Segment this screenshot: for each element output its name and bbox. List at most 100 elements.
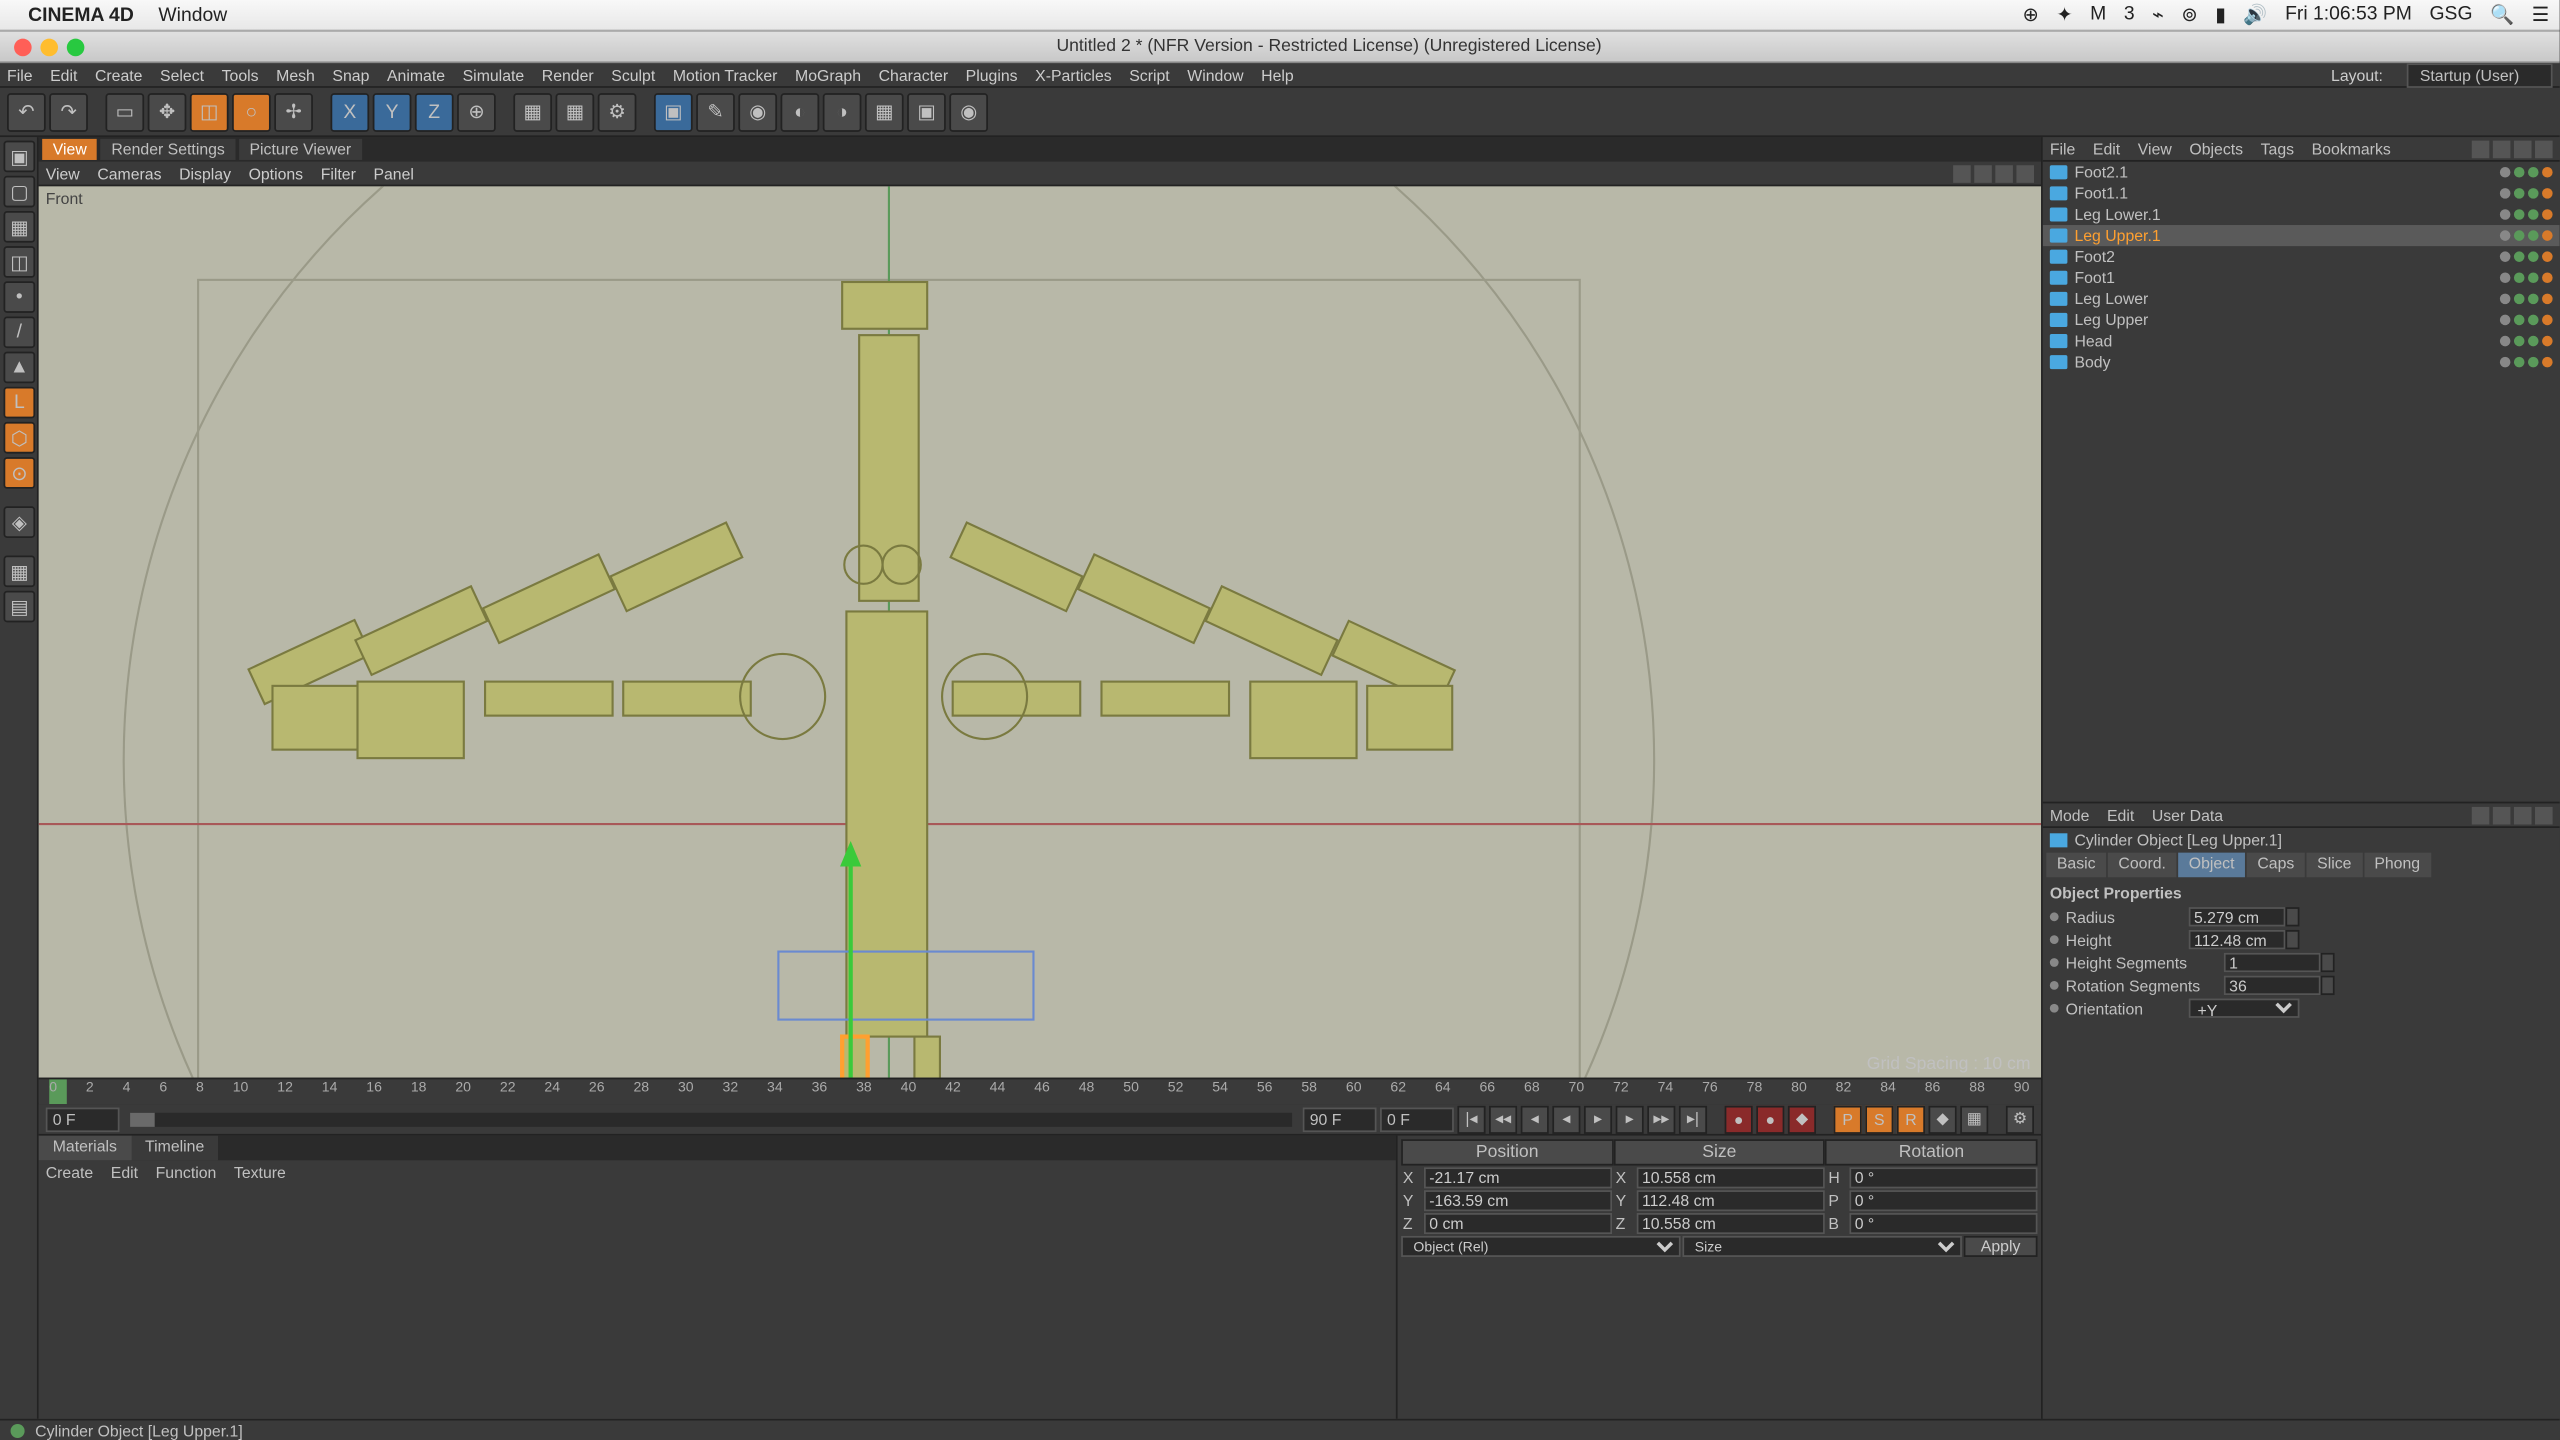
visibility-render-dot[interactable] [2528, 167, 2539, 178]
x-axis-lock[interactable]: X [331, 92, 370, 131]
visibility-editor-dot[interactable] [2514, 188, 2525, 199]
object-item[interactable]: Foot1 [2043, 267, 2560, 288]
prev-frame[interactable]: ◂ [1521, 1105, 1549, 1133]
generator-tool[interactable]: ◐ [781, 92, 820, 131]
workplane-mode[interactable]: ◫ [4, 246, 36, 278]
goto-start[interactable]: |◂ [1457, 1105, 1485, 1133]
visibility-editor-dot[interactable] [2514, 251, 2525, 262]
radius-spinner[interactable] [2285, 907, 2299, 926]
mat-menu-texture[interactable]: Texture [234, 1164, 286, 1182]
tweak-mode[interactable]: ⬡ [4, 422, 36, 454]
object-item[interactable]: Leg Upper [2043, 309, 2560, 330]
point-mode[interactable]: • [4, 281, 36, 313]
move-tool[interactable]: ✥ [148, 92, 187, 131]
layer-dot[interactable] [2500, 230, 2511, 241]
phong-tag-icon[interactable] [2542, 272, 2553, 283]
frame-current-field[interactable] [1380, 1107, 1454, 1132]
layer-dot[interactable] [2500, 357, 2511, 368]
select-tool[interactable]: ▭ [105, 92, 144, 131]
hseg-spinner[interactable] [2321, 953, 2335, 972]
visibility-render-dot[interactable] [2528, 209, 2539, 220]
am-menu-edit[interactable]: Edit [2107, 806, 2134, 824]
visibility-render-dot[interactable] [2528, 315, 2539, 326]
menu-plugins[interactable]: Plugins [966, 66, 1018, 84]
attr-tab-coord[interactable]: Coord. [2108, 853, 2177, 878]
menu-sculpt[interactable]: Sculpt [611, 66, 655, 84]
menu-tools[interactable]: Tools [222, 66, 259, 84]
visibility-render-dot[interactable] [2528, 188, 2539, 199]
battery-icon[interactable]: ▮ [2215, 4, 2226, 27]
deformer-tool[interactable]: ◑ [823, 92, 862, 131]
layer-dot[interactable] [2500, 272, 2511, 283]
timeline-slider[interactable] [130, 1112, 1292, 1126]
nurbs-tool[interactable]: ◉ [738, 92, 777, 131]
axis-mode[interactable]: L [4, 387, 36, 419]
keyframe-sel[interactable]: ◆ [1788, 1105, 1816, 1133]
phong-tag-icon[interactable] [2542, 294, 2553, 305]
render-settings[interactable]: ⚙ [598, 92, 637, 131]
am-nav-lock[interactable] [2535, 806, 2553, 824]
visibility-editor-dot[interactable] [2514, 209, 2525, 220]
layer-dot[interactable] [2500, 251, 2511, 262]
vp-menu-panel[interactable]: Panel [373, 164, 413, 182]
om-menu-objects[interactable]: Objects [2189, 140, 2243, 158]
am-nav-up[interactable] [2514, 806, 2532, 824]
param-key-toggle[interactable]: ◆ [1929, 1105, 1957, 1133]
edge-mode[interactable]: / [4, 316, 36, 348]
menu-edit[interactable]: Edit [50, 66, 77, 84]
layout-dropdown[interactable]: Startup (User) [2408, 62, 2553, 87]
clock[interactable]: Fri 1:06:53 PM [2285, 4, 2412, 27]
menu-mesh[interactable]: Mesh [276, 66, 315, 84]
menu-script[interactable]: Script [1129, 66, 1169, 84]
visibility-editor-dot[interactable] [2514, 336, 2525, 347]
om-view-icon[interactable] [2535, 140, 2553, 158]
menu-create[interactable]: Create [95, 66, 142, 84]
visibility-editor-dot[interactable] [2514, 315, 2525, 326]
mac-menu-window[interactable]: Window [158, 4, 227, 25]
height-spinner[interactable] [2285, 930, 2299, 949]
am-menu-mode[interactable]: Mode [2050, 806, 2090, 824]
play-forward[interactable]: ▸ [1584, 1105, 1612, 1133]
menubar-extra-icon[interactable]: M [2090, 4, 2106, 27]
tab-timeline[interactable]: Timeline [131, 1136, 218, 1161]
height-field[interactable] [2189, 930, 2286, 949]
am-nav-fwd[interactable] [2493, 806, 2511, 824]
object-item[interactable]: Body [2043, 352, 2560, 373]
tab-view[interactable]: View [42, 139, 97, 160]
locked-workplane[interactable]: ▦ [4, 556, 36, 588]
attr-tab-object[interactable]: Object [2178, 853, 2245, 878]
attr-tab-caps[interactable]: Caps [2247, 853, 2305, 878]
visibility-render-dot[interactable] [2528, 272, 2539, 283]
pos-key-toggle[interactable]: P [1834, 1105, 1862, 1133]
layer-dot[interactable] [2500, 336, 2511, 347]
object-item[interactable]: Foot2 [2043, 246, 2560, 267]
rot-h-field[interactable] [1849, 1167, 2037, 1188]
goto-next-key[interactable]: ▸▸ [1647, 1105, 1675, 1133]
menu-xparticles[interactable]: X-Particles [1035, 66, 1112, 84]
layer-dot[interactable] [2500, 294, 2511, 305]
vp-menu-options[interactable]: Options [249, 164, 304, 182]
pos-x-field[interactable] [1424, 1167, 1612, 1188]
vp-nav-icon[interactable] [1953, 164, 1971, 182]
user-name[interactable]: GSG [2430, 4, 2473, 27]
make-editable[interactable]: ▣ [4, 141, 36, 173]
object-list[interactable]: Foot2.1 Foot1.1 Leg Lower.1 Leg Upper.1 [2043, 162, 2560, 802]
visibility-editor-dot[interactable] [2514, 230, 2525, 241]
phong-tag-icon[interactable] [2542, 230, 2553, 241]
om-menu-file[interactable]: File [2050, 140, 2076, 158]
frame-end-field[interactable] [1303, 1107, 1377, 1132]
object-item[interactable]: Foot1.1 [2043, 183, 2560, 204]
visibility-editor-dot[interactable] [2514, 167, 2525, 178]
tab-picture-viewer[interactable]: Picture Viewer [239, 139, 362, 160]
phong-tag-icon[interactable] [2542, 209, 2553, 220]
rot-b-field[interactable] [1849, 1213, 2037, 1234]
visibility-editor-dot[interactable] [2514, 357, 2525, 368]
spotlight-icon[interactable]: 🔍 [2490, 4, 2514, 27]
visibility-render-dot[interactable] [2528, 230, 2539, 241]
tab-materials[interactable]: Materials [39, 1136, 131, 1161]
attr-tab-phong[interactable]: Phong [2364, 853, 2431, 878]
om-menu-bookmarks[interactable]: Bookmarks [2312, 140, 2391, 158]
object-item[interactable]: Leg Lower [2043, 288, 2560, 309]
last-tool[interactable]: ✢ [274, 92, 313, 131]
menubar-extra-icon[interactable]: ✦ [2056, 4, 2072, 27]
